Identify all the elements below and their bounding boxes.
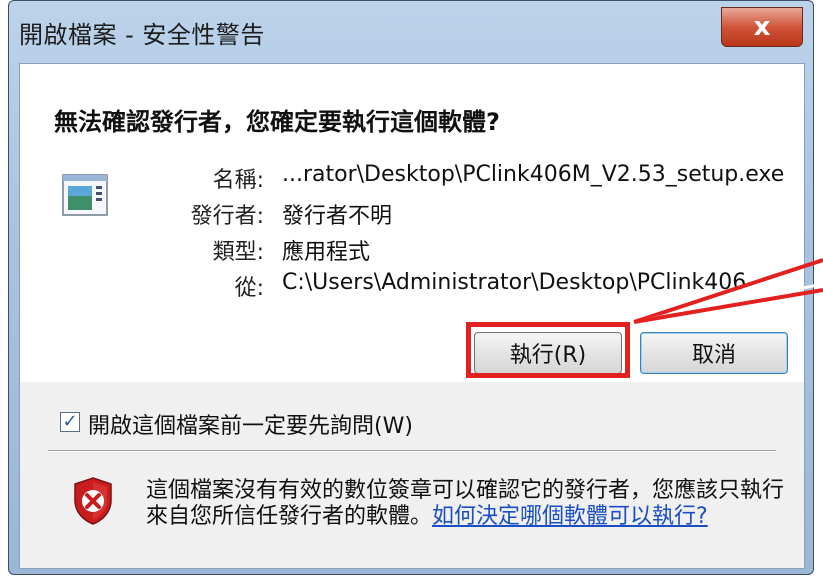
- field-value-name: ...rator\Desktop\PClink406M_V2.53_setup.…: [282, 162, 785, 187]
- field-value-type: 應用程式: [282, 240, 371, 265]
- warning-message: 這個檔案沒有有效的數位簽章可以確認它的發行者，您應該只執行來自您所信任發行者的軟…: [146, 478, 786, 530]
- help-link[interactable]: 如何決定哪個軟體可以執行?: [432, 504, 708, 529]
- divider: [48, 450, 776, 452]
- field-row-name: 名稱: ...rator\Desktop\PClink406M_V2.53_se…: [20, 162, 804, 196]
- ask-before-open-label[interactable]: 開啟這個檔案前一定要先詢問(W): [88, 408, 413, 440]
- field-row-publisher: 發行者: 發行者不明: [20, 198, 804, 232]
- ask-before-open-checkbox[interactable]: ✓: [60, 412, 80, 432]
- field-value-publisher: 發行者不明: [282, 204, 393, 229]
- field-label-name: 名稱:: [212, 168, 264, 193]
- field-label-type: 類型:: [212, 240, 264, 265]
- close-icon: x: [753, 12, 771, 42]
- field-label-publisher: 發行者:: [190, 204, 264, 229]
- shield-error-icon: [74, 477, 112, 525]
- title-bar[interactable]: 開啟檔案 - 安全性警告 x: [9, 1, 813, 63]
- question-heading: 無法確認發行者，您確定要執行這個軟體?: [54, 108, 500, 136]
- annotation-arrow: [633, 258, 823, 324]
- close-button[interactable]: x: [721, 7, 803, 47]
- window-title: 開啟檔案 - 安全性警告: [19, 21, 265, 49]
- field-label-from: 從:: [234, 276, 264, 301]
